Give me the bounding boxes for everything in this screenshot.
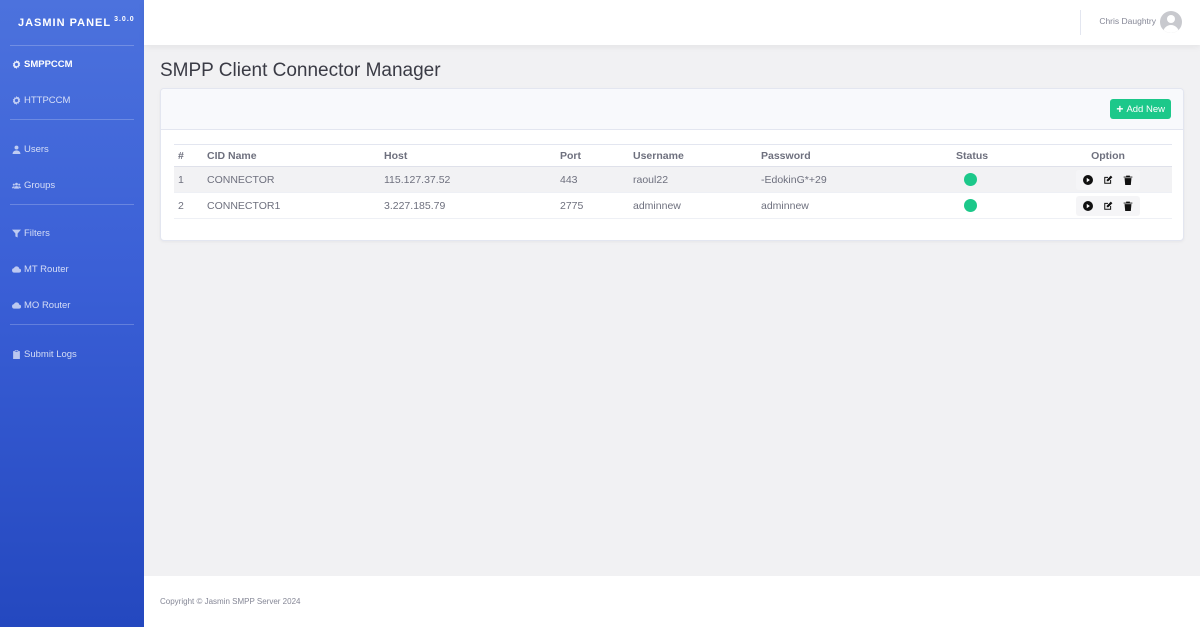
brand-logo[interactable]: JASMIN PANEL 3.0.0 — [0, 0, 144, 45]
gear-icon — [10, 59, 23, 69]
edit-icon[interactable] — [1100, 173, 1116, 187]
cell-port: 443 — [556, 166, 629, 193]
avatar-icon[interactable] — [1160, 11, 1182, 33]
sidebar-item-users[interactable]: Users — [0, 131, 144, 167]
table-row: 2 CONNECTOR1 3.227.185.79 2775 adminnew … — [174, 192, 1172, 219]
cell-username: adminnew — [629, 192, 757, 219]
edit-icon[interactable] — [1100, 199, 1116, 213]
row-actions — [1076, 169, 1140, 190]
card-header: + Add New — [161, 89, 1183, 130]
sidebar-item-label: Submit Logs — [24, 348, 77, 360]
users-icon — [10, 181, 23, 190]
cell-status — [952, 192, 1044, 219]
sidebar-item-filters[interactable]: Filters — [0, 215, 144, 251]
user-name[interactable]: Chris Daughtry — [1099, 16, 1156, 26]
cell-cid: CONNECTOR1 — [203, 192, 380, 219]
brand-name: JASMIN PANEL — [18, 16, 112, 29]
cell-password: adminnew — [757, 192, 952, 219]
avatar-head — [1167, 15, 1175, 23]
sidebar-item-submit-logs[interactable]: Submit Logs — [0, 336, 144, 372]
add-new-button[interactable]: + Add New — [1110, 99, 1171, 119]
col-header-num: # — [174, 144, 203, 167]
cell-port: 2775 — [556, 192, 629, 219]
user-icon — [10, 145, 23, 154]
cell-username: raoul22 — [629, 166, 757, 193]
trash-icon[interactable] — [1120, 173, 1136, 187]
footer-copyright: Copyright © Jasmin SMPP Server 2024 — [160, 597, 301, 606]
col-header-port: Port — [556, 144, 629, 167]
sidebar-item-mo-router[interactable]: MO Router — [0, 287, 144, 323]
cloud-icon — [10, 301, 23, 310]
sidebar-item-mt-router[interactable]: MT Router — [0, 251, 144, 287]
sidebar-divider — [10, 204, 134, 205]
avatar-body — [1163, 25, 1179, 33]
cell-host: 115.127.37.52 — [380, 166, 556, 193]
sidebar-item-label: HTTPCCM — [24, 94, 71, 106]
connector-card: + Add New # CID Name Host Port Username … — [160, 88, 1184, 241]
sidebar-item-label: Groups — [24, 179, 56, 191]
col-header-host: Host — [380, 144, 556, 167]
brand-version: 3.0.0 — [114, 16, 135, 23]
cell-host: 3.227.185.79 — [380, 192, 556, 219]
cell-num: 1 — [174, 166, 203, 193]
table-header-row: # CID Name Host Port Username Password S… — [174, 144, 1172, 167]
sidebar: JASMIN PANEL 3.0.0 SMPPCCM HTTPCCM Users… — [0, 0, 144, 627]
cell-num: 2 — [174, 192, 203, 219]
table-row: 1 CONNECTOR 115.127.37.52 443 raoul22 -E… — [174, 166, 1172, 193]
sidebar-item-label: Users — [24, 143, 49, 155]
topbar-divider — [1080, 10, 1081, 35]
gear-icon — [10, 95, 23, 105]
sidebar-item-httpccm[interactable]: HTTPCCM — [0, 82, 144, 118]
sidebar-item-smppccm[interactable]: SMPPCCM — [0, 46, 144, 82]
sidebar-item-label: MO Router — [24, 299, 71, 311]
topbar: Chris Daughtry — [144, 0, 1200, 45]
sidebar-item-label: Filters — [24, 227, 50, 239]
cell-status — [952, 166, 1044, 193]
add-new-label: Add New — [1126, 103, 1165, 115]
page-title: SMPP Client Connector Manager — [160, 60, 441, 81]
cell-options — [1044, 192, 1172, 219]
play-icon[interactable] — [1080, 173, 1096, 187]
col-header-password: Password — [757, 144, 952, 167]
footer: Copyright © Jasmin SMPP Server 2024 — [144, 576, 1200, 627]
clipboard-icon — [10, 349, 23, 359]
trash-icon[interactable] — [1120, 199, 1136, 213]
connector-table: # CID Name Host Port Username Password S… — [174, 144, 1172, 219]
col-header-cid: CID Name — [203, 144, 380, 167]
play-icon[interactable] — [1080, 199, 1096, 213]
plus-icon: + — [1116, 102, 1124, 116]
sidebar-divider — [10, 324, 134, 325]
col-header-username: Username — [629, 144, 757, 167]
cell-password: -EdokinG*+29 — [757, 166, 952, 193]
sidebar-item-groups[interactable]: Groups — [0, 167, 144, 203]
sidebar-item-label: SMPPCCM — [24, 58, 73, 70]
col-header-option: Option — [1044, 144, 1172, 167]
filter-icon — [10, 229, 23, 238]
cloud-icon — [10, 265, 23, 274]
status-online-icon — [964, 172, 977, 186]
sidebar-divider — [10, 119, 134, 120]
status-online-icon — [964, 198, 977, 212]
cell-cid: CONNECTOR — [203, 166, 380, 193]
col-header-status: Status — [952, 144, 1044, 167]
row-actions — [1076, 195, 1140, 216]
sidebar-item-label: MT Router — [24, 263, 69, 275]
cell-options — [1044, 166, 1172, 193]
